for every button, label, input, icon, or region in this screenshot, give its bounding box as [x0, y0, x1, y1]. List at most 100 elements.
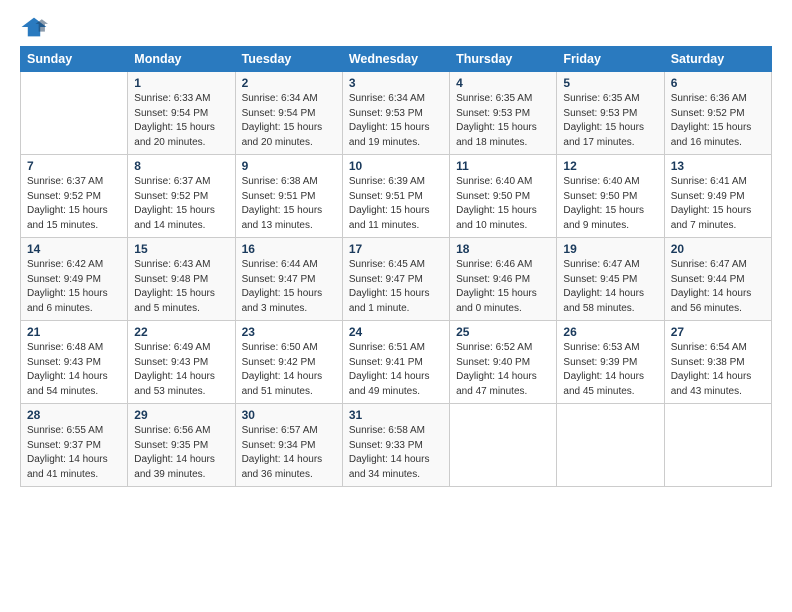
calendar-cell: 17Sunrise: 6:45 AM Sunset: 9:47 PM Dayli… — [342, 238, 449, 321]
day-number: 28 — [27, 408, 121, 422]
day-info: Sunrise: 6:53 AM Sunset: 9:39 PM Dayligh… — [563, 341, 657, 399]
day-number: 26 — [563, 325, 657, 339]
day-number: 1 — [134, 76, 228, 90]
header-day-saturday: Saturday — [664, 47, 771, 72]
day-number: 2 — [242, 76, 336, 90]
calendar-cell: 4 Sunrise: 6:35 AM Sunset: 9:53 PM Daylig… — [450, 72, 557, 155]
day-info: Sunrise: 6:52 AM Sunset: 9:40 PM Dayligh… — [456, 341, 550, 399]
header-day-sunday: Sunday — [21, 47, 128, 72]
calendar-cell: 28 Sunrise: 6:55 AM Sunset: 9:37 PM Dayli… — [21, 404, 128, 487]
calendar-cell: 25 Sunrise: 6:52 AM Sunset: 9:40 PM Dayli… — [450, 321, 557, 404]
calendar-cell: 6 Sunrise: 6:36 AM Sunset: 9:52 PM Daylig… — [664, 72, 771, 155]
page-header — [20, 16, 772, 38]
week-row-1: 1 Sunrise: 6:33 AM Sunset: 9:54 PM Daylig… — [21, 72, 772, 155]
day-info: Sunrise: 6:56 AM Sunset: 9:35 PM Dayligh… — [134, 424, 228, 482]
day-info: Sunrise: 6:35 AM Sunset: 9:53 PM Dayligh… — [456, 92, 550, 150]
day-info: Sunrise: 6:40 AM Sunset: 9:50 PM Dayligh… — [456, 175, 550, 233]
day-number: 8 — [134, 159, 228, 173]
calendar-header: SundayMondayTuesdayWednesdayThursdayFrid… — [21, 47, 772, 72]
day-number: 30 — [242, 408, 336, 422]
day-info: Sunrise: 6:44 AM Sunset: 9:47 PM Dayligh… — [242, 258, 336, 316]
week-row-5: 28 Sunrise: 6:55 AM Sunset: 9:37 PM Dayli… — [21, 404, 772, 487]
day-number: 24 — [349, 325, 443, 339]
day-info: Sunrise: 6:42 AM Sunset: 9:49 PM Dayligh… — [27, 258, 121, 316]
day-number: 18 — [456, 242, 550, 256]
day-number: 21 — [27, 325, 121, 339]
day-info: Sunrise: 6:34 AM Sunset: 9:54 PM Dayligh… — [242, 92, 336, 150]
calendar-cell: 8 Sunrise: 6:37 AM Sunset: 9:52 PM Daylig… — [128, 155, 235, 238]
day-number: 27 — [671, 325, 765, 339]
calendar-cell: 15Sunrise: 6:43 AM Sunset: 9:48 PM Dayli… — [128, 238, 235, 321]
header-day-thursday: Thursday — [450, 47, 557, 72]
header-day-tuesday: Tuesday — [235, 47, 342, 72]
day-info: Sunrise: 6:41 AM Sunset: 9:49 PM Dayligh… — [671, 175, 765, 233]
day-info: Sunrise: 6:47 AM Sunset: 9:45 PM Dayligh… — [563, 258, 657, 316]
day-info: Sunrise: 6:57 AM Sunset: 9:34 PM Dayligh… — [242, 424, 336, 482]
day-info: Sunrise: 6:51 AM Sunset: 9:41 PM Dayligh… — [349, 341, 443, 399]
day-info: Sunrise: 6:33 AM Sunset: 9:54 PM Dayligh… — [134, 92, 228, 150]
calendar-cell — [557, 404, 664, 487]
calendar-cell: 2 Sunrise: 6:34 AM Sunset: 9:54 PM Daylig… — [235, 72, 342, 155]
day-info: Sunrise: 6:49 AM Sunset: 9:43 PM Dayligh… — [134, 341, 228, 399]
day-info: Sunrise: 6:37 AM Sunset: 9:52 PM Dayligh… — [134, 175, 228, 233]
calendar-cell — [664, 404, 771, 487]
day-number: 4 — [456, 76, 550, 90]
calendar-cell: 7 Sunrise: 6:37 AM Sunset: 9:52 PM Daylig… — [21, 155, 128, 238]
day-info: Sunrise: 6:58 AM Sunset: 9:33 PM Dayligh… — [349, 424, 443, 482]
day-info: Sunrise: 6:50 AM Sunset: 9:42 PM Dayligh… — [242, 341, 336, 399]
calendar-cell: 10 Sunrise: 6:39 AM Sunset: 9:51 PM Dayli… — [342, 155, 449, 238]
day-info: Sunrise: 6:46 AM Sunset: 9:46 PM Dayligh… — [456, 258, 550, 316]
day-info: Sunrise: 6:37 AM Sunset: 9:52 PM Dayligh… — [27, 175, 121, 233]
logo-icon — [20, 16, 48, 38]
header-day-monday: Monday — [128, 47, 235, 72]
calendar-cell: 14 Sunrise: 6:42 AM Sunset: 9:49 PM Dayli… — [21, 238, 128, 321]
day-number: 23 — [242, 325, 336, 339]
day-info: Sunrise: 6:55 AM Sunset: 9:37 PM Dayligh… — [27, 424, 121, 482]
day-number: 15 — [134, 242, 228, 256]
calendar-body: 1 Sunrise: 6:33 AM Sunset: 9:54 PM Daylig… — [21, 72, 772, 487]
calendar-cell: 19 Sunrise: 6:47 AM Sunset: 9:45 PM Dayli… — [557, 238, 664, 321]
day-info: Sunrise: 6:40 AM Sunset: 9:50 PM Dayligh… — [563, 175, 657, 233]
day-number: 31 — [349, 408, 443, 422]
day-number: 14 — [27, 242, 121, 256]
day-info: Sunrise: 6:34 AM Sunset: 9:53 PM Dayligh… — [349, 92, 443, 150]
day-number: 12 — [563, 159, 657, 173]
calendar-cell: 13 Sunrise: 6:41 AM Sunset: 9:49 PM Dayli… — [664, 155, 771, 238]
week-row-2: 7 Sunrise: 6:37 AM Sunset: 9:52 PM Daylig… — [21, 155, 772, 238]
calendar-cell: 27Sunrise: 6:54 AM Sunset: 9:38 PM Dayli… — [664, 321, 771, 404]
day-number: 7 — [27, 159, 121, 173]
calendar-cell: 1 Sunrise: 6:33 AM Sunset: 9:54 PM Daylig… — [128, 72, 235, 155]
calendar-cell: 23 Sunrise: 6:50 AM Sunset: 9:42 PM Dayli… — [235, 321, 342, 404]
calendar-cell: 22Sunrise: 6:49 AM Sunset: 9:43 PM Dayli… — [128, 321, 235, 404]
header-day-friday: Friday — [557, 47, 664, 72]
day-info: Sunrise: 6:36 AM Sunset: 9:52 PM Dayligh… — [671, 92, 765, 150]
day-number: 10 — [349, 159, 443, 173]
day-number: 19 — [563, 242, 657, 256]
day-number: 9 — [242, 159, 336, 173]
logo — [20, 16, 52, 38]
day-info: Sunrise: 6:45 AM Sunset: 9:47 PM Dayligh… — [349, 258, 443, 316]
calendar-cell: 29 Sunrise: 6:56 AM Sunset: 9:35 PM Dayli… — [128, 404, 235, 487]
week-row-3: 14 Sunrise: 6:42 AM Sunset: 9:49 PM Dayli… — [21, 238, 772, 321]
day-number: 29 — [134, 408, 228, 422]
day-number: 13 — [671, 159, 765, 173]
calendar-table: SundayMondayTuesdayWednesdayThursdayFrid… — [20, 46, 772, 487]
calendar-cell: 21Sunrise: 6:48 AM Sunset: 9:43 PM Dayli… — [21, 321, 128, 404]
day-info: Sunrise: 6:39 AM Sunset: 9:51 PM Dayligh… — [349, 175, 443, 233]
day-number: 3 — [349, 76, 443, 90]
calendar-cell: 31 Sunrise: 6:58 AM Sunset: 9:33 PM Dayli… — [342, 404, 449, 487]
day-info: Sunrise: 6:35 AM Sunset: 9:53 PM Dayligh… — [563, 92, 657, 150]
calendar-cell: 11 Sunrise: 6:40 AM Sunset: 9:50 PM Dayli… — [450, 155, 557, 238]
day-number: 25 — [456, 325, 550, 339]
calendar-cell — [450, 404, 557, 487]
day-number: 5 — [563, 76, 657, 90]
calendar-cell — [21, 72, 128, 155]
calendar-cell: 24 Sunrise: 6:51 AM Sunset: 9:41 PM Dayli… — [342, 321, 449, 404]
day-number: 16 — [242, 242, 336, 256]
day-info: Sunrise: 6:38 AM Sunset: 9:51 PM Dayligh… — [242, 175, 336, 233]
header-day-wednesday: Wednesday — [342, 47, 449, 72]
day-number: 11 — [456, 159, 550, 173]
day-number: 6 — [671, 76, 765, 90]
calendar-cell: 3 Sunrise: 6:34 AM Sunset: 9:53 PM Daylig… — [342, 72, 449, 155]
header-row: SundayMondayTuesdayWednesdayThursdayFrid… — [21, 47, 772, 72]
